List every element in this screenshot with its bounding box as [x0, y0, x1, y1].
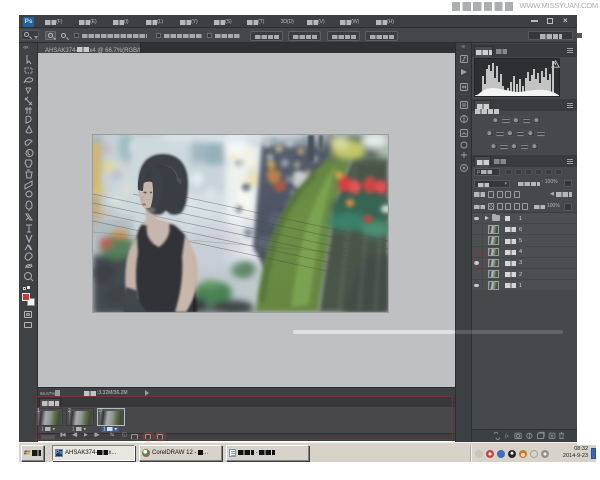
- svg-text:fx: fx: [505, 432, 509, 439]
